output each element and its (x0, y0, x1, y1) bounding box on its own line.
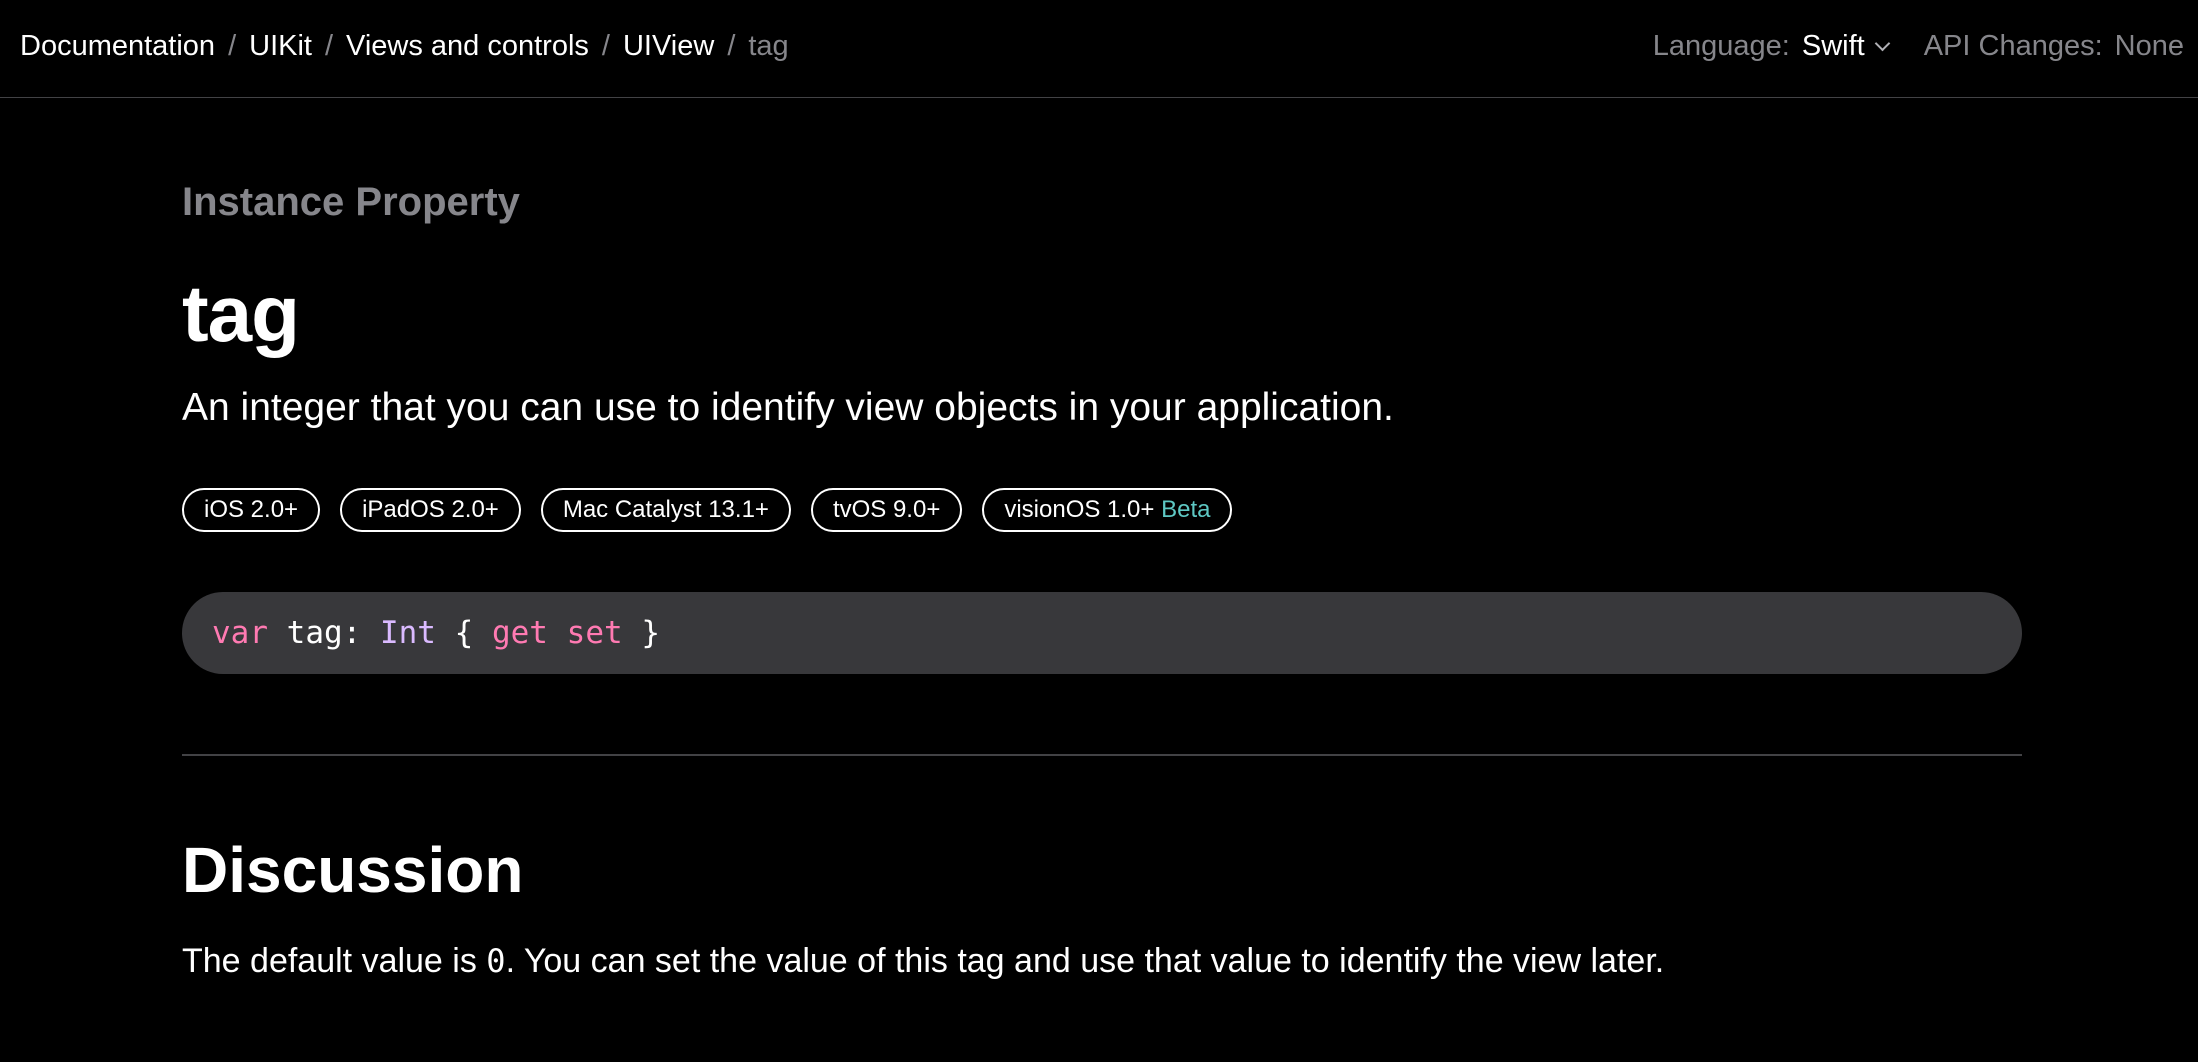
topbar-options: Language: Swift API Changes: None (1653, 26, 2184, 66)
availability-badge-tvos: tvOS 9.0+ (810, 488, 963, 532)
discussion-text-start: The default value is (182, 942, 487, 980)
breadcrumb-separator: / (324, 30, 334, 62)
breadcrumb-separator: / (601, 30, 610, 62)
availability-badge-mac-catalyst: Mac Catalyst 13.1+ (540, 488, 791, 532)
api-changes-selector[interactable]: None (2115, 26, 2184, 66)
breadcrumb-uikit[interactable]: UIKit (249, 26, 312, 66)
chevron-down-icon (1874, 35, 1890, 51)
code-property-name: tag: (268, 615, 380, 651)
availability-badge-visionos: visionOS 1.0+ Beta (982, 488, 1233, 532)
discussion-text: The default value is 0. You can set the … (182, 938, 1664, 984)
api-changes-label: API Changes: (1923, 30, 2103, 62)
availability-badge-label: iOS 2.0+ (204, 496, 299, 523)
symbol-kind-eyebrow: Instance Property (182, 180, 520, 224)
language-label: Language: (1652, 30, 1790, 62)
language-selector[interactable]: Swift (1801, 26, 1890, 66)
availability-badge-label: visionOS 1.0+ (1004, 496, 1155, 523)
top-navigation-bar: Documentation / UIKit / Views and contro… (0, 0, 2198, 98)
availability-badges: iOS 2.0+ iPadOS 2.0+ Mac Catalyst 13.1+ … (182, 488, 1233, 532)
code-brace-open: { (435, 615, 492, 651)
code-brace-close: } (622, 615, 660, 651)
availability-badge-label: iPadOS 2.0+ (362, 496, 499, 523)
declaration-code-block: var tag: Int { get set } (182, 592, 2022, 674)
code-keyword-var: var (212, 615, 268, 651)
beta-label: Beta (1161, 496, 1211, 523)
breadcrumb: Documentation / UIKit / Views and contro… (20, 26, 789, 66)
breadcrumb-views-and-controls[interactable]: Views and controls (346, 26, 589, 66)
availability-badge-label: tvOS 9.0+ (832, 496, 941, 523)
page-title: tag (182, 269, 300, 358)
breadcrumb-current-page: tag (748, 30, 789, 62)
section-divider (182, 754, 2022, 756)
discussion-heading: Discussion (182, 834, 524, 906)
discussion-text-end: . You can set the value of this tag and … (505, 942, 1665, 980)
availability-badge-ios: iOS 2.0+ (182, 488, 321, 532)
breadcrumb-uiview[interactable]: UIView (623, 26, 714, 66)
language-value: Swift (1801, 30, 1865, 62)
inline-code-value: 0 (486, 942, 506, 980)
breadcrumb-separator: / (727, 30, 736, 62)
code-keyword-set: set (566, 615, 623, 651)
availability-badge-ipados: iPadOS 2.0+ (340, 488, 521, 532)
code-keyword-get: get (491, 615, 548, 651)
breadcrumb-documentation[interactable]: Documentation (20, 26, 215, 66)
code-type-int[interactable]: Int (380, 615, 436, 651)
page-abstract: An integer that you can use to identify … (182, 386, 1394, 429)
availability-badge-label: Mac Catalyst 13.1+ (562, 496, 769, 523)
breadcrumb-separator: / (228, 30, 237, 62)
